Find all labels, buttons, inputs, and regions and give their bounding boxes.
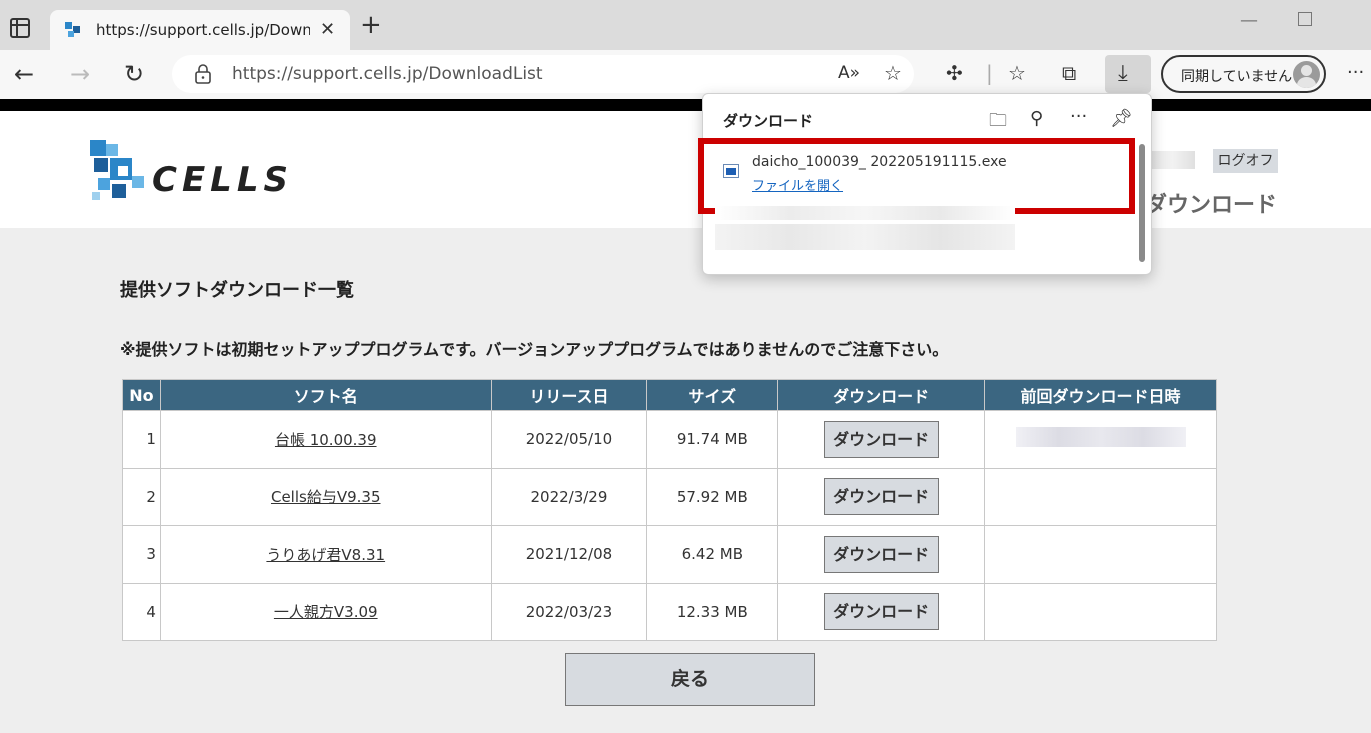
- tab-bar: https://support.cells.jp/DownloadList ✕ …: [0, 0, 1371, 50]
- soft-name-link[interactable]: 台帳 10.00.39: [275, 431, 377, 449]
- maximize-icon[interactable]: [1298, 12, 1312, 26]
- browser-tab[interactable]: https://support.cells.jp/DownloadList ✕: [50, 10, 350, 50]
- download-item-redacted: [715, 224, 1015, 250]
- back-icon[interactable]: ←: [14, 60, 34, 88]
- download-item-highlighted[interactable]: daicho_100039_ 202205191115.exe ファイルを開く: [698, 138, 1135, 214]
- user-name-redacted: [1150, 151, 1195, 169]
- download-button[interactable]: ダウンロード: [823, 593, 939, 631]
- notice-text: ※提供ソフトは初期セットアッププログラムです。バージョンアッププログラムではあり…: [120, 340, 949, 359]
- lock-icon: [195, 64, 211, 84]
- downloads-panel-title: ダウンロード: [723, 112, 814, 130]
- folder-icon[interactable]: 🗀: [989, 108, 1007, 138]
- search-icon[interactable]: ⚲: [1030, 108, 1043, 129]
- file-size: 6.42 MB: [646, 525, 779, 584]
- download-icon: ⤓: [1118, 61, 1128, 86]
- downloads-scrollbar[interactable]: [1139, 144, 1145, 262]
- open-file-link[interactable]: ファイルを開く: [752, 175, 843, 194]
- last-download-cell: [984, 467, 1217, 526]
- table-row: 4 一人親方V3.09 2022/03/23 12.33 MB ダウンロード: [122, 582, 1217, 641]
- header-section-label: ダウンロード: [1145, 193, 1278, 218]
- table-row: 1 台帳 10.00.39 2022/05/10 91.74 MB ダウンロード: [122, 410, 1217, 469]
- table-row: 3 うりあげ君V8.31 2021/12/08 6.42 MB ダウンロード: [122, 525, 1217, 584]
- download-item-redacted: [715, 206, 1015, 220]
- release-date: 2022/03/23: [490, 582, 648, 641]
- toolbar-divider: |: [986, 61, 993, 85]
- main-content: 提供ソフトダウンロード一覧 ※提供ソフトは初期セットアッププログラムです。バージ…: [0, 228, 1371, 733]
- favorites-icon[interactable]: ☆: [1008, 61, 1026, 85]
- column-header-soft-name: ソフト名: [159, 379, 492, 411]
- extensions-icon[interactable]: ✣: [946, 61, 963, 85]
- site-header: CELLS ログオフ ダウンロード: [0, 111, 1371, 228]
- exe-file-icon: [723, 164, 739, 178]
- column-header-download: ダウンロード: [777, 379, 986, 411]
- file-size: 91.74 MB: [646, 410, 779, 469]
- page-top-bar: [0, 99, 1371, 111]
- row-no: 3: [122, 525, 161, 584]
- file-size: 12.33 MB: [646, 582, 779, 641]
- url-text: https://support.cells.jp/DownloadList: [232, 64, 543, 84]
- collections-icon[interactable]: ⧉: [1062, 61, 1076, 85]
- cells-logo-mark-icon: [90, 140, 144, 200]
- column-header-last-download: 前回ダウンロード日時: [984, 379, 1217, 411]
- last-download-cell: [984, 582, 1217, 641]
- more-options-icon[interactable]: ···: [1070, 106, 1087, 127]
- column-header-release-date: リリース日: [490, 379, 648, 411]
- minimize-icon[interactable]: —: [1240, 10, 1258, 31]
- download-button[interactable]: ダウンロード: [823, 420, 939, 458]
- column-header-size: サイズ: [646, 379, 779, 411]
- row-no: 2: [122, 467, 161, 526]
- file-size: 57.92 MB: [646, 467, 779, 526]
- last-download-cell: [984, 525, 1217, 584]
- close-tab-icon[interactable]: ✕: [320, 19, 335, 40]
- downloads-button[interactable]: ⤓: [1105, 55, 1151, 93]
- logo-text: CELLS: [152, 160, 293, 200]
- table-row: 2 Cells給与V9.35 2022/3/29 57.92 MB ダウンロード: [122, 467, 1217, 526]
- add-favorite-icon[interactable]: ☆: [884, 61, 902, 85]
- release-date: 2021/12/08: [490, 525, 648, 584]
- address-bar: ← → ↻ https://support.cells.jp/DownloadL…: [0, 50, 1371, 99]
- new-tab-icon[interactable]: +: [360, 12, 382, 38]
- logoff-button[interactable]: ログオフ: [1213, 149, 1278, 173]
- download-table: No ソフト名 リリース日 サイズ ダウンロード 前回ダウンロード日時 1 台帳…: [122, 379, 1217, 641]
- profile-sync-button[interactable]: 同期していません: [1161, 55, 1326, 93]
- back-button[interactable]: 戻る: [565, 653, 815, 706]
- tab-actions-icon[interactable]: [10, 18, 30, 38]
- downloads-panel: ダウンロード 🗀 ⚲ ··· 📌︎ daicho_100039_ 2022051…: [698, 93, 1152, 275]
- release-date: 2022/3/29: [490, 467, 648, 526]
- download-button[interactable]: ダウンロード: [823, 535, 939, 573]
- cells-favicon-icon: [65, 22, 80, 37]
- soft-name-link[interactable]: Cells給与V9.35: [271, 488, 381, 506]
- release-date: 2022/05/10: [490, 410, 648, 469]
- tab-title: https://support.cells.jp/DownloadList: [96, 21, 310, 39]
- more-menu-icon[interactable]: ···: [1347, 62, 1364, 83]
- download-file-name: daicho_100039_ 202205191115.exe: [752, 154, 1007, 170]
- url-field[interactable]: https://support.cells.jp/DownloadList A»…: [172, 55, 914, 93]
- last-download-redacted: [1015, 427, 1186, 448]
- forward-icon[interactable]: →: [70, 60, 90, 88]
- avatar: [1293, 61, 1320, 88]
- pin-icon[interactable]: 📌︎: [1110, 108, 1133, 129]
- read-aloud-icon[interactable]: A»: [838, 63, 860, 83]
- table-header-row: No ソフト名 リリース日 サイズ ダウンロード 前回ダウンロード日時: [122, 379, 1217, 411]
- row-no: 1: [122, 410, 161, 469]
- soft-name-link[interactable]: うりあげ君V8.31: [266, 546, 385, 564]
- refresh-icon[interactable]: ↻: [124, 60, 144, 88]
- sync-status-label: 同期していません: [1181, 69, 1293, 85]
- page-title: 提供ソフトダウンロード一覧: [120, 280, 354, 301]
- download-button[interactable]: ダウンロード: [823, 478, 939, 516]
- row-no: 4: [122, 582, 161, 641]
- cells-logo[interactable]: CELLS: [90, 140, 288, 206]
- soft-name-link[interactable]: 一人親方V3.09: [274, 603, 378, 621]
- column-header-no: No: [122, 379, 161, 411]
